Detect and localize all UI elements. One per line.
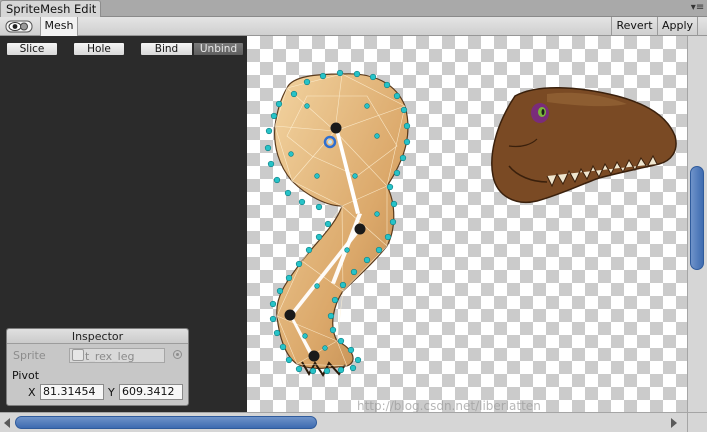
pivot-y-label[interactable]: Y (108, 386, 115, 399)
tab-mesh[interactable]: Mesh (40, 17, 78, 36)
sprite-object-field[interactable]: t_rex_leg (69, 348, 165, 363)
scroll-left-arrow-icon[interactable] (4, 418, 10, 428)
scroll-right-arrow-icon[interactable] (671, 418, 677, 428)
window-tab-strip: SpriteMesh Edit ▾≡ (0, 0, 707, 17)
eye-icon (5, 20, 33, 33)
window-tab[interactable]: SpriteMesh Edit (0, 0, 101, 17)
visibility-toggle-button[interactable] (2, 18, 38, 34)
pivot-x-label[interactable]: X (28, 386, 36, 399)
hole-button[interactable]: Hole (73, 42, 125, 56)
window-menu-icon[interactable]: ▾≡ (690, 1, 705, 15)
sprite-canvas[interactable]: http://blog.csdn.net/liberlatten (247, 36, 687, 412)
unbind-button[interactable]: Unbind (193, 42, 244, 56)
bind-button[interactable]: Bind (140, 42, 193, 56)
slice-button[interactable]: Slice (6, 42, 58, 56)
pivot-y-field[interactable]: 609.3412 (119, 384, 183, 400)
revert-button[interactable]: Revert (611, 17, 657, 36)
inspector-title[interactable]: Inspector (7, 329, 188, 344)
sprite-value: t_rex_leg (85, 350, 135, 363)
sprite-label: Sprite (13, 349, 46, 362)
object-picker-icon[interactable] (173, 350, 182, 359)
horizontal-scroll-thumb[interactable] (15, 416, 317, 429)
sprite-object-icon (72, 349, 84, 361)
sprite-mesh-view: http://blog.csdn.net/liberlatten (264, 69, 677, 412)
watermark-text: http://blog.csdn.net/liberlatten (357, 399, 541, 412)
vertical-scrollbar[interactable] (687, 36, 707, 412)
apply-button[interactable]: Apply (657, 17, 698, 36)
horizontal-scrollbar[interactable] (0, 412, 687, 432)
t-rex-leg-sprite[interactable] (274, 73, 409, 377)
pivot-x-field[interactable]: 81.31454 (40, 384, 104, 400)
inspector-panel: Inspector Sprite t_rex_leg Pivot X 81.31… (6, 328, 189, 406)
scrollbar-corner (687, 412, 707, 432)
toolbar: Mesh Revert Apply (0, 17, 707, 36)
vertical-scroll-thumb[interactable] (690, 166, 704, 270)
pivot-label: Pivot (12, 369, 40, 382)
t-rex-head-sprite[interactable] (491, 87, 677, 203)
